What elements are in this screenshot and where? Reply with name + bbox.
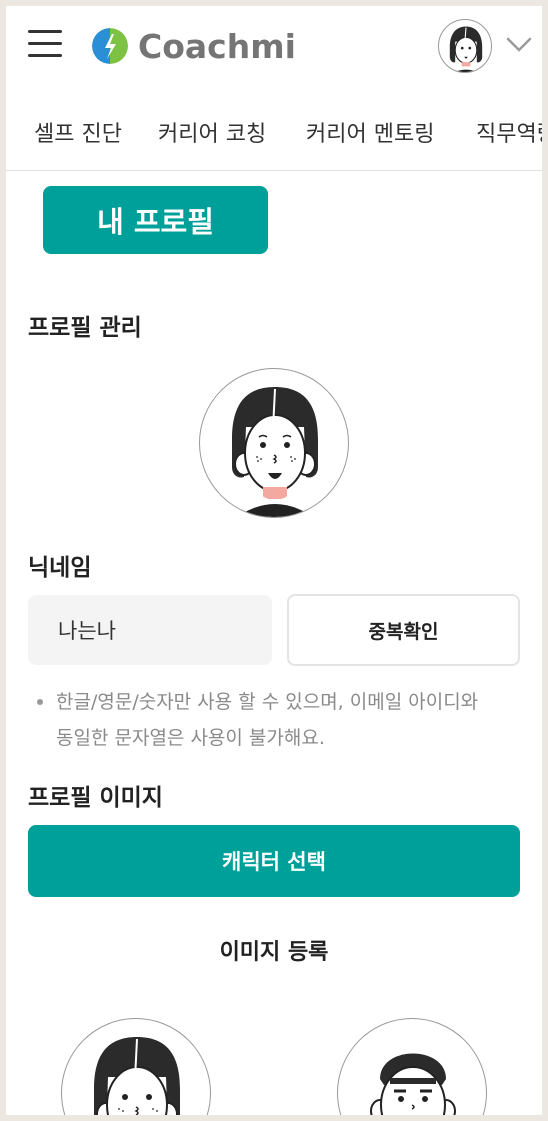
nav-divider — [6, 170, 542, 171]
app-frame: Coachmi 셀프 진단 커리어 코칭 커리어 멘토링 직무역량 — [6, 6, 542, 1115]
profile-avatar — [199, 368, 349, 518]
note-line-1: 한글/영문/숫자만 사용 할 수 있으며, 이메일 아이디와 — [56, 691, 479, 713]
page-title: 내 프로필 — [43, 186, 268, 254]
hamburger-menu-icon[interactable] — [28, 30, 62, 58]
chevron-down-icon[interactable] — [506, 36, 532, 54]
nickname-field[interactable]: 나는나 — [28, 595, 272, 665]
profile-image-heading: 프로필 이미지 — [28, 785, 163, 811]
nav-item-career-coaching[interactable]: 커리어 코칭 — [158, 116, 266, 148]
duplicate-check-button[interactable]: 중복확인 — [287, 594, 520, 666]
character-option-1[interactable] — [61, 1018, 211, 1115]
profile-management-heading: 프로필 관리 — [28, 315, 142, 341]
nickname-rule-note: 한글/영문/숫자만 사용 할 수 있으며, 이메일 아이디와 동일한 문자열은 … — [34, 684, 534, 756]
header: Coachmi — [6, 6, 542, 86]
nav-item-self-diagnosis[interactable]: 셀프 진단 — [34, 116, 122, 148]
nav-item-career-mentoring[interactable]: 커리어 멘토링 — [306, 116, 434, 148]
character-option-2[interactable] — [337, 1018, 487, 1115]
nav-item-job-skills[interactable]: 직무역량 — [476, 116, 542, 148]
nickname-label: 닉네임 — [28, 555, 92, 581]
coachmi-logo-icon — [92, 28, 128, 64]
image-register-link[interactable]: 이미지 등록 — [6, 934, 542, 966]
top-nav: 셀프 진단 커리어 코칭 커리어 멘토링 직무역량 — [6, 98, 542, 170]
note-line-2: 동일한 문자열은 사용이 불가해요. — [56, 727, 325, 749]
avatar[interactable] — [438, 19, 492, 73]
bullet-icon — [37, 699, 43, 705]
logo[interactable]: Coachmi — [92, 26, 296, 66]
select-character-button[interactable]: 캐릭터 선택 — [28, 825, 520, 897]
brand-name: Coachmi — [138, 26, 296, 66]
